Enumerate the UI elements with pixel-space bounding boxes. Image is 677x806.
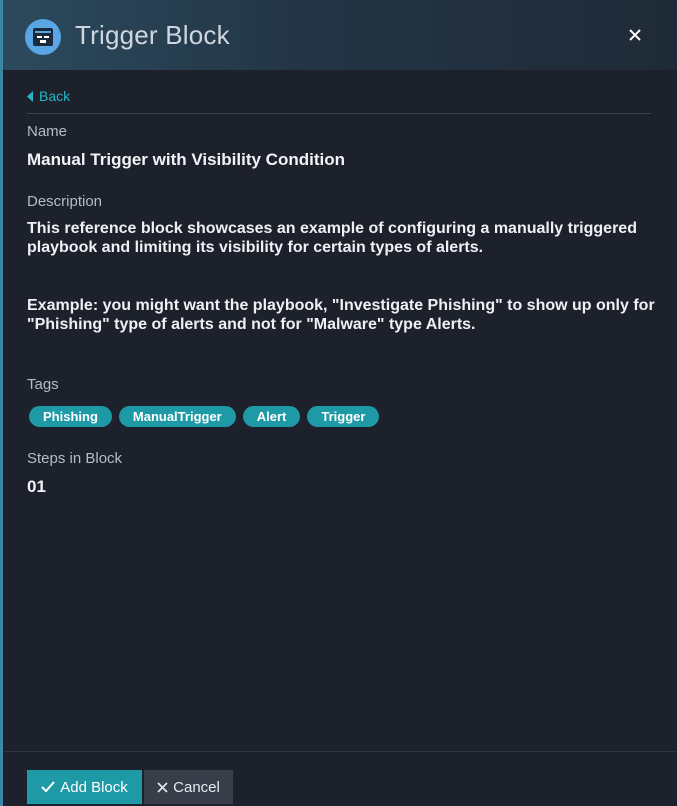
add-block-label: Add Block <box>60 778 128 796</box>
cancel-label: Cancel <box>173 778 220 796</box>
description-paragraph-2: Example: you might want the playbook, "I… <box>27 297 655 333</box>
divider <box>27 113 651 114</box>
back-label: Back <box>39 88 71 104</box>
back-link[interactable]: Back <box>27 88 70 104</box>
tag-phishing[interactable]: Phishing <box>29 406 112 427</box>
tag-list: Phishing ManualTrigger Alert Trigger <box>29 406 380 427</box>
footer-divider <box>3 751 677 752</box>
close-icon[interactable] <box>627 27 643 43</box>
description-paragraph-1: This reference block showcases an exampl… <box>27 220 637 256</box>
close-icon <box>157 781 168 793</box>
tag-alert[interactable]: Alert <box>242 406 301 427</box>
trigger-block-panel: Trigger Block Back Name Manual Trigger w… <box>0 0 677 806</box>
steps-label: Steps in Block <box>27 450 123 467</box>
panel-title: Trigger Block <box>75 20 230 50</box>
description-label: Description <box>27 193 103 210</box>
tag-trigger[interactable]: Trigger <box>307 406 380 427</box>
tag-manualtrigger[interactable]: ManualTrigger <box>118 406 236 427</box>
tags-label: Tags <box>27 376 59 393</box>
trigger-block-icon <box>25 19 61 55</box>
check-icon <box>41 781 55 793</box>
cancel-button[interactable]: Cancel <box>144 770 233 804</box>
block-name: Manual Trigger with Visibility Condition <box>27 150 345 169</box>
add-block-button[interactable]: Add Block <box>27 770 142 804</box>
steps-count: 01 <box>27 477 46 496</box>
panel-header: Trigger Block <box>3 0 677 70</box>
name-label: Name <box>27 123 68 140</box>
caret-left-icon <box>27 90 33 102</box>
